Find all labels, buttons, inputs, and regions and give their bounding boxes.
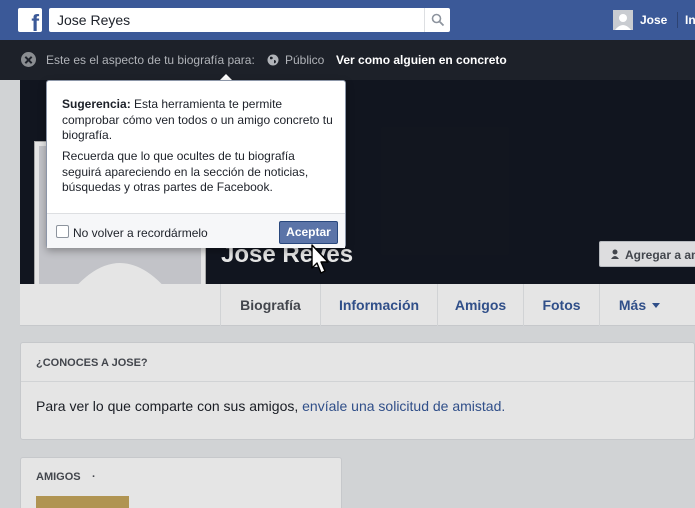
nav-divider [677,12,678,28]
audience-public-link[interactable]: Público [285,53,324,67]
view-as-specific-person-link[interactable]: Ver como alguien en concreto [336,53,507,67]
globe-icon [267,54,279,66]
dont-remind-label[interactable]: No volver a recordármelo [73,226,208,240]
close-icon[interactable] [21,52,36,67]
tooltip-paragraph-1: Sugerencia: Esta herramienta te permite … [62,97,334,144]
accept-button[interactable]: Aceptar [279,221,338,244]
tooltip-bold-label: Sugerencia: [62,97,131,111]
user-name-link[interactable]: Jose [640,13,667,27]
tooltip-paragraph-2: Recuerda que lo que ocultes de tu biogra… [62,149,309,194]
facebook-logo-letter: f [31,10,39,36]
search-input[interactable]: Jose Reyes [49,8,450,32]
dont-remind-checkbox[interactable] [56,225,69,238]
view-as-text: Este es el aspecto de tu biografía para: [46,53,255,67]
home-link[interactable]: In [685,13,695,27]
facebook-logo-icon[interactable]: f [18,8,42,36]
user-avatar[interactable] [613,10,633,30]
search-icon [431,13,445,27]
search-button[interactable] [424,8,450,32]
view-as-tooltip: Sugerencia: Esta herramienta te permite … [46,80,346,248]
pointer-cursor-icon [311,244,329,274]
avatar-silhouette-icon [613,10,633,30]
search-input-value[interactable]: Jose Reyes [57,12,130,28]
